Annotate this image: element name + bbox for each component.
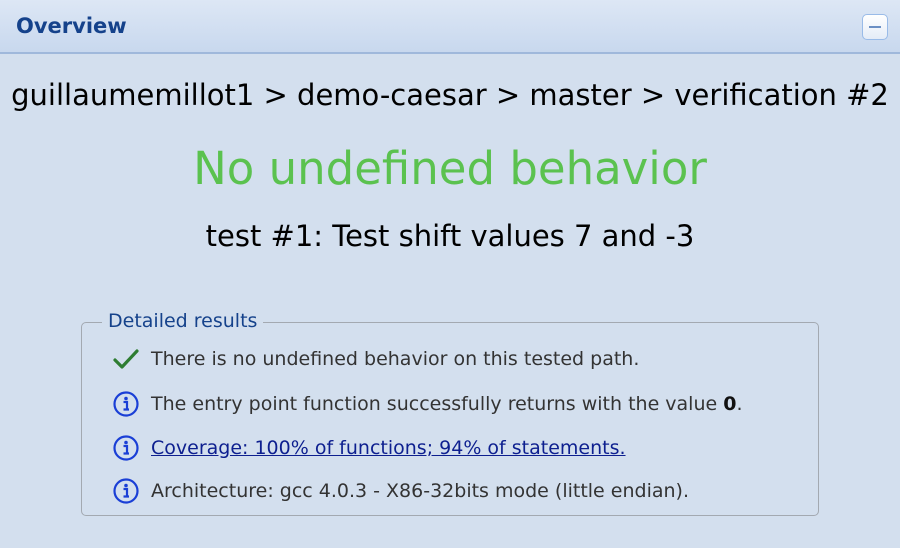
return-value: 0 [723, 393, 737, 415]
breadcrumb: guillaumemillot1 > demo-caesar > master … [11, 78, 889, 112]
info-icon [112, 477, 140, 505]
info-icon [112, 390, 140, 418]
panel-header: Overview [0, 0, 900, 54]
overview-panel: Overview guillaumemillot1 > demo-caesar … [0, 0, 900, 548]
info-icon [112, 434, 140, 462]
coverage-text-wrap: Coverage: 100% of functions; 94% of stat… [151, 437, 626, 459]
check-icon [112, 345, 140, 373]
result-text-architecture: Architecture: gcc 4.0.3 - X86-32bits mod… [151, 480, 689, 502]
coverage-link[interactable]: Coverage: 100% of functions; 94% of stat… [151, 437, 626, 459]
detailed-results-legend: Detailed results [102, 310, 264, 332]
result-text-return: The entry point function successfully re… [151, 393, 743, 415]
detailed-results: Detailed results There is no undefined b… [81, 310, 819, 516]
result-row-no-ub: There is no undefined behavior on this t… [112, 344, 639, 374]
panel-title: Overview [16, 14, 127, 38]
return-text: The entry point function successfully re… [151, 393, 724, 415]
result-row-coverage: Coverage: 100% of functions; 94% of stat… [112, 433, 626, 463]
test-name: test #1: Test shift values 7 and -3 [205, 219, 695, 253]
verification-status: No undefined behavior [193, 142, 707, 195]
collapse-button[interactable] [862, 14, 888, 40]
result-row-return: The entry point function successfully re… [112, 389, 743, 419]
result-text-no-ub: There is no undefined behavior on this t… [151, 348, 640, 370]
return-text-end: . [736, 393, 743, 415]
result-row-architecture: Architecture: gcc 4.0.3 - X86-32bits mod… [112, 476, 689, 506]
